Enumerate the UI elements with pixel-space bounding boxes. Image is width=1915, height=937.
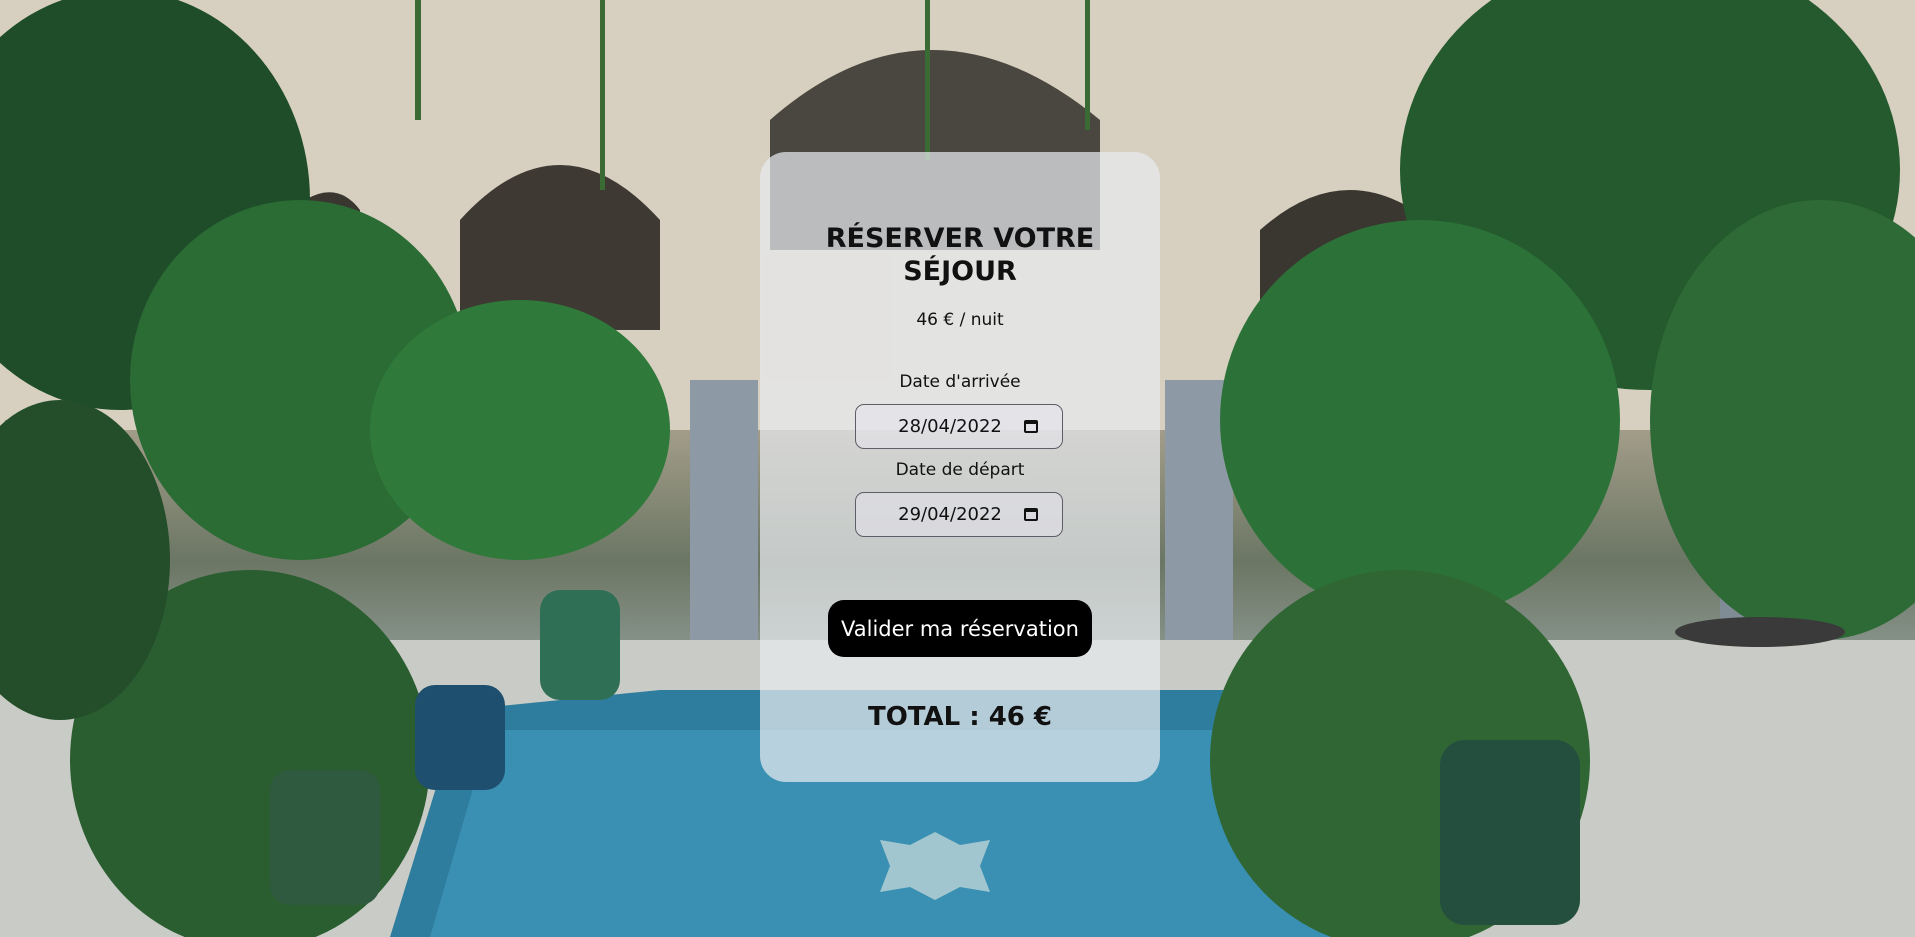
price-per-night: 46 € / nuit — [916, 310, 1004, 330]
booking-title: RÉSERVER VOTRE SÉJOUR — [825, 223, 1095, 287]
departure-date-input[interactable]: 29/04/2022 — [855, 492, 1063, 537]
departure-date-label: Date de départ — [895, 460, 1025, 480]
submit-booking-button[interactable]: Valider ma réservation — [828, 600, 1092, 657]
arrival-date-label: Date d'arrivée — [899, 372, 1021, 392]
booking-card: RÉSERVER VOTRE SÉJOUR 46 € / nuit Date d… — [760, 152, 1160, 782]
calendar-icon[interactable] — [1023, 420, 1038, 433]
arrival-date-value: 28/04/2022 — [898, 416, 1002, 437]
calendar-icon[interactable] — [1023, 508, 1038, 521]
arrival-date-input[interactable]: 28/04/2022 — [855, 404, 1063, 449]
booking-total: TOTAL : 46 € — [867, 702, 1053, 732]
departure-date-value: 29/04/2022 — [898, 504, 1002, 525]
